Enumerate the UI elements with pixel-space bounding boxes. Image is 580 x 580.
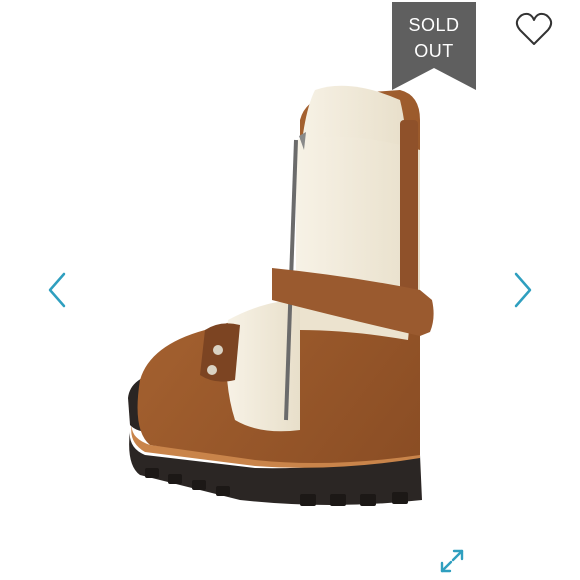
sold-out-badge: SOLD OUT [392, 2, 476, 90]
expand-image-button[interactable] [438, 547, 466, 575]
chevron-left-icon [48, 272, 66, 308]
sold-out-line-1: SOLD [408, 15, 460, 35]
sold-out-line-2: OUT [414, 41, 454, 61]
expand-icon [440, 549, 464, 573]
chevron-right-icon [514, 272, 532, 308]
heart-icon [515, 12, 553, 45]
like-button[interactable] [512, 10, 556, 50]
previous-image-button[interactable] [44, 270, 70, 310]
sold-out-label: SOLD OUT [392, 12, 476, 64]
next-image-button[interactable] [510, 270, 536, 310]
product-image[interactable] [110, 70, 470, 520]
product-gallery: SOLD OUT [0, 0, 580, 580]
boot-illustration [128, 85, 434, 506]
